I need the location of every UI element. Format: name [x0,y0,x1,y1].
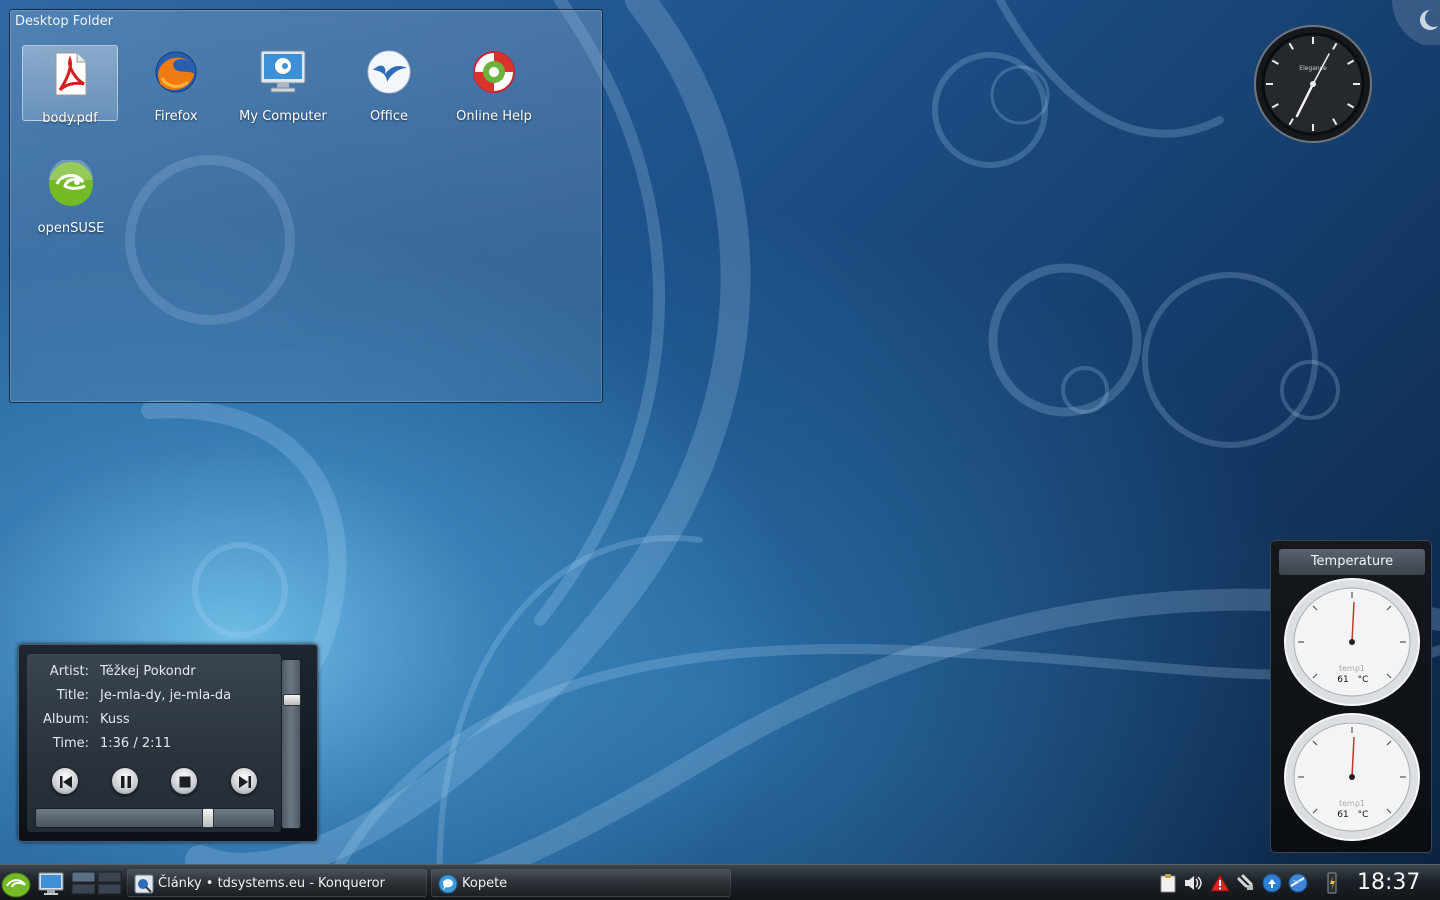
gauge-unit: °C [1358,810,1369,820]
volume-slider-handle[interactable] [283,694,301,706]
folder-title: Desktop Folder [15,14,113,29]
stop-icon [179,776,191,788]
task-label: Články • tdsystems.eu - Konqueror [158,876,385,891]
pager-icon[interactable] [70,868,124,898]
desktop-icon-label: Online Help [456,109,532,124]
previous-icon [60,776,72,788]
desktop-icon-my-computer[interactable]: My Computer [235,48,331,126]
temperature-gauge-1: temp1 61 °C [1284,578,1420,706]
gauge-value: 61 [1337,810,1348,820]
next-icon [239,776,251,788]
clipboard-icon[interactable] [1158,873,1178,893]
show-desktop-icon[interactable] [36,868,66,898]
artist-label: Artist: [49,664,89,679]
desktop-icon-body-pdf[interactable]: body.pdf [22,45,118,126]
title-label: Title: [56,688,89,703]
media-player-widget: Artist: Těžkej Pokondr Title: Je-mla-dy,… [18,644,318,842]
seek-slider-handle[interactable] [202,808,214,828]
desktop-folder-widget: Desktop Folder body.pdf Firefox My Compu… [9,9,603,403]
volume-slider[interactable] [281,659,301,829]
gauge-sensor-label: temp1 [1339,664,1365,673]
desktop-icon-online-help[interactable]: Online Help [446,48,542,126]
desktop-icon-label: Office [370,109,408,124]
album-value: Kuss [100,712,130,727]
office-icon [367,50,411,94]
stop-button[interactable] [170,767,198,795]
desktop-icon-label: openSUSE [37,221,105,236]
opensuse-logo-icon [49,160,93,206]
pdf-document-icon [55,52,87,96]
desktop-icon-firefox[interactable]: Firefox [128,48,224,126]
seek-slider[interactable] [35,808,275,828]
analog-clock-widget: Elegance [1254,25,1372,143]
update-icon[interactable] [1262,873,1282,893]
title-value: Je-mla-dy, je-mla-da [100,688,232,703]
player-info-panel: Artist: Těžkej Pokondr Title: Je-mla-dy,… [27,654,281,832]
battery-icon[interactable] [1322,871,1342,895]
pause-button[interactable] [111,767,139,795]
taskbar-clock[interactable]: 18:37 [1357,869,1420,897]
lifebuoy-help-icon [473,51,515,93]
warning-icon[interactable] [1210,873,1230,893]
pause-icon [121,776,131,788]
desktop-toolbox-icon[interactable] [1390,0,1440,45]
task-label: Kopete [462,876,508,891]
next-button[interactable] [230,767,258,795]
previous-button[interactable] [51,767,79,795]
album-label: Album: [42,712,89,727]
task-kopete[interactable]: Kopete [431,869,731,897]
globe-icon[interactable] [1288,873,1308,893]
temperature-gauge-2: temp1 61 °C [1284,713,1420,841]
desktop-icon-opensuse[interactable]: openSUSE [23,160,119,238]
gauge-unit: °C [1358,675,1369,685]
kickoff-menu-icon[interactable] [1,868,31,898]
desktop-icon-label: Firefox [154,109,198,124]
firefox-icon [155,51,197,93]
konqueror-icon [134,874,154,894]
desktop-icon-office[interactable]: Office [341,48,437,126]
time-label: Time: [52,736,89,751]
gauge-sensor-label: temp1 [1339,799,1365,808]
desktop-icon-label: body.pdf [42,111,98,126]
artist-value: Těžkej Pokondr [100,664,196,679]
task-konqueror[interactable]: Články • tdsystems.eu - Konqueror [127,869,427,897]
kopete-icon [438,874,458,894]
taskbar: Články • tdsystems.eu - Konqueror Kopete [0,864,1440,900]
network-icon[interactable] [1236,873,1256,893]
computer-monitor-icon [260,50,306,93]
desktop-icon-label: My Computer [239,109,327,124]
volume-icon[interactable] [1183,873,1203,893]
temperature-title: Temperature [1279,549,1425,575]
time-value: 1:36 / 2:11 [100,736,172,751]
gauge-value: 61 [1337,675,1348,685]
temperature-widget: Temperature temp1 61 °C temp1 61 °C [1270,540,1432,853]
